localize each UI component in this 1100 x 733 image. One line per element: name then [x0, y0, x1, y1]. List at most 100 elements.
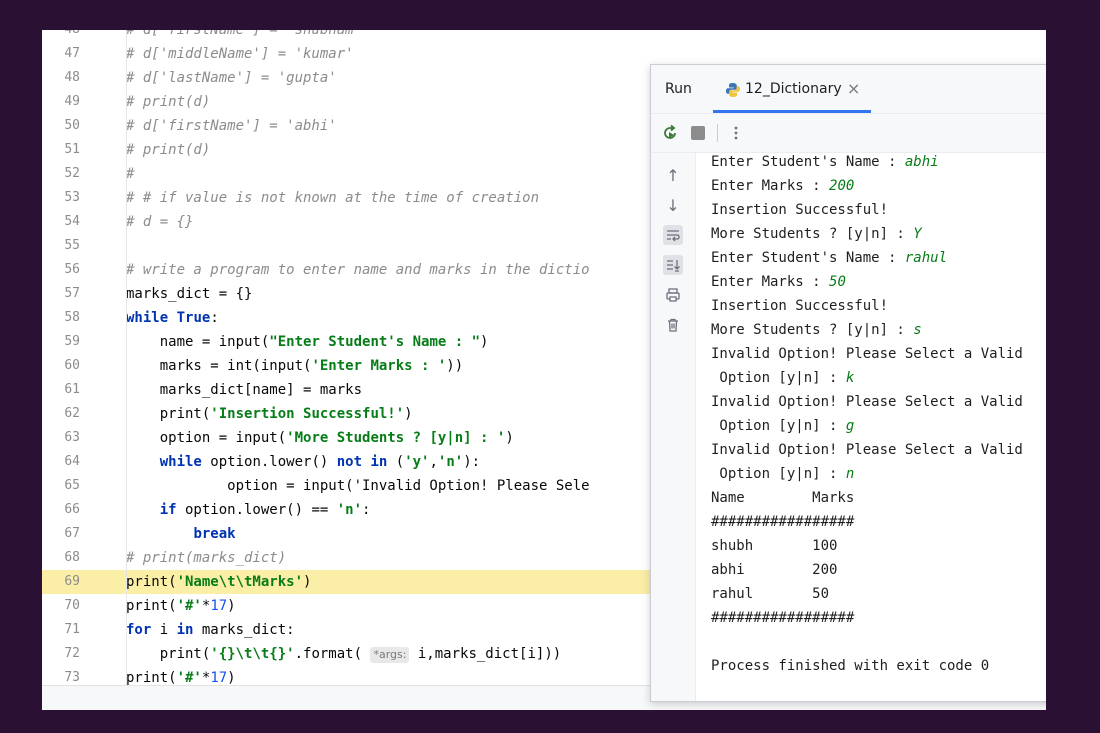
console-user-input: 50	[829, 274, 846, 290]
console-line: Invalid Option! Please Select a Valid	[711, 390, 1023, 414]
console-text: Option [y|n] :	[711, 466, 846, 482]
console-line: More Students ? [y|n] : s	[711, 318, 922, 342]
toolbar-separator	[717, 124, 718, 142]
console-user-input: Y	[913, 226, 922, 242]
line-number: 56	[64, 262, 80, 277]
code-text: # d['firstName'] = 'abhi'	[126, 118, 337, 134]
line-number: 51	[64, 142, 80, 157]
line-number: 47	[64, 46, 80, 61]
code-text: marks_dict[name] = marks	[126, 382, 363, 398]
close-icon[interactable]: ×	[847, 79, 860, 98]
trash-icon[interactable]	[663, 315, 683, 335]
line-number: 71	[64, 622, 80, 637]
console-text: Enter Student's Name :	[711, 250, 905, 266]
run-tool-window: Run 12_Dictionary × ↑ ↓ Enter Student's …	[650, 64, 1046, 702]
console-line: Option [y|n] : g	[711, 414, 854, 438]
stop-icon[interactable]	[689, 124, 707, 142]
console-output[interactable]: Enter Student's Name : abhi Enter Marks :…	[697, 153, 1046, 701]
run-toolbar	[651, 114, 1046, 153]
soft-wrap-icon[interactable]	[663, 225, 683, 245]
line-number: 48	[64, 70, 80, 85]
code-text: option = input('More Students ? [y|n] : …	[126, 430, 514, 446]
console-line: Enter Marks : 200	[711, 174, 854, 198]
code-text: for i in marks_dict:	[126, 622, 295, 638]
console-line: Name Marks	[711, 486, 854, 510]
run-header: Run 12_Dictionary ×	[651, 65, 1046, 114]
code-text: # d = {}	[126, 214, 194, 230]
console-text: Enter Student's Name :	[711, 154, 905, 170]
console-line: abhi 200	[711, 558, 837, 582]
code-line[interactable]: 47 # d['middleName'] = 'kumar'	[42, 42, 1046, 66]
run-side-toolbar: ↑ ↓	[651, 153, 696, 701]
console-user-input: s	[913, 322, 922, 338]
line-number: 54	[64, 214, 80, 229]
code-text: break	[193, 526, 236, 542]
console-line: More Students ? [y|n] : Y	[711, 222, 922, 246]
code-text: # d['lastName'] = 'gupta'	[126, 70, 337, 86]
code-text: # print(marks_dict)	[126, 550, 287, 566]
line-number: 72	[64, 646, 80, 661]
console-text: Invalid Option! Please Select a Valid	[711, 442, 1023, 458]
code-line[interactable]: 48 # d['firstName'] = 'shubham'	[42, 30, 1046, 42]
code-text: # d['middleName'] = 'kumar'	[126, 46, 354, 62]
line-number: 66	[64, 502, 80, 517]
scroll-up-icon[interactable]: ↑	[663, 165, 683, 185]
console-text: Insertion Successful!	[711, 298, 889, 314]
console-line: #################	[711, 510, 854, 534]
console-line: Enter Student's Name : rahul	[711, 246, 947, 270]
line-number: 53	[64, 190, 80, 205]
code-text: #	[126, 166, 135, 182]
code-text: print('Name\t\tMarks')	[126, 574, 312, 590]
console-text: Enter Marks :	[711, 178, 830, 194]
console-user-input: rahul	[904, 250, 948, 266]
rerun-icon[interactable]	[661, 124, 679, 142]
indent-guide	[126, 30, 127, 686]
line-number: 60	[64, 358, 80, 373]
console-text: Invalid Option! Please Select a Valid	[711, 394, 1023, 410]
console-user-input: k	[845, 370, 855, 386]
console-text: rahul 50	[711, 586, 830, 602]
line-number: 52	[64, 166, 80, 181]
console-line: Enter Marks : 50	[711, 270, 846, 294]
code-text: while True:	[126, 310, 219, 326]
line-number: 48	[42, 30, 80, 42]
tab-12-dictionary[interactable]: 12_Dictionary ×	[713, 65, 871, 113]
code-text: # print(d)	[126, 142, 211, 158]
scroll-down-icon[interactable]: ↓	[663, 195, 683, 215]
console-text: shubh 100	[711, 538, 838, 554]
line-number: 58	[64, 310, 80, 325]
console-line: Insertion Successful!	[711, 294, 888, 318]
console-text: Name Marks	[711, 490, 855, 506]
console-text: Process finished with exit code 0	[711, 658, 990, 674]
line-number: 69	[64, 574, 80, 589]
console-text: Insertion Successful!	[711, 202, 889, 218]
line-number: 59	[64, 334, 80, 349]
console-line: Invalid Option! Please Select a Valid	[711, 342, 1023, 366]
code-text: marks = int(input('Enter Marks : '))	[126, 358, 464, 374]
console-user-input: n	[845, 466, 855, 482]
console-line: rahul 50	[711, 582, 829, 606]
line-number: 50	[64, 118, 80, 133]
code-text: if option.lower() == 'n':	[159, 502, 371, 518]
console-line: Process finished with exit code 0	[711, 654, 989, 678]
code-text: print('#'*17)	[126, 598, 236, 614]
code-text: name = input("Enter Student's Name : ")	[126, 334, 489, 350]
console-user-input: abhi	[904, 154, 939, 170]
line-number: 63	[64, 430, 80, 445]
line-number: 73	[64, 670, 80, 685]
code-text: # print(d)	[126, 94, 211, 110]
console-line: #################	[711, 606, 854, 630]
code-text: # write a program to enter name and mark…	[126, 262, 590, 278]
code-text: # # if value is not known at the time of…	[126, 190, 540, 206]
more-options-icon[interactable]	[727, 124, 745, 142]
console-user-input: 200	[829, 178, 855, 194]
console-text: Option [y|n] :	[711, 370, 846, 386]
run-title: Run	[665, 81, 692, 97]
console-text: #################	[711, 514, 855, 530]
line-number: 70	[64, 598, 80, 613]
line-number: 49	[64, 94, 80, 109]
line-number: 57	[64, 286, 80, 301]
print-icon[interactable]	[663, 285, 683, 305]
scroll-to-end-icon[interactable]	[663, 255, 683, 275]
code-text: print('#'*17)	[126, 670, 236, 686]
